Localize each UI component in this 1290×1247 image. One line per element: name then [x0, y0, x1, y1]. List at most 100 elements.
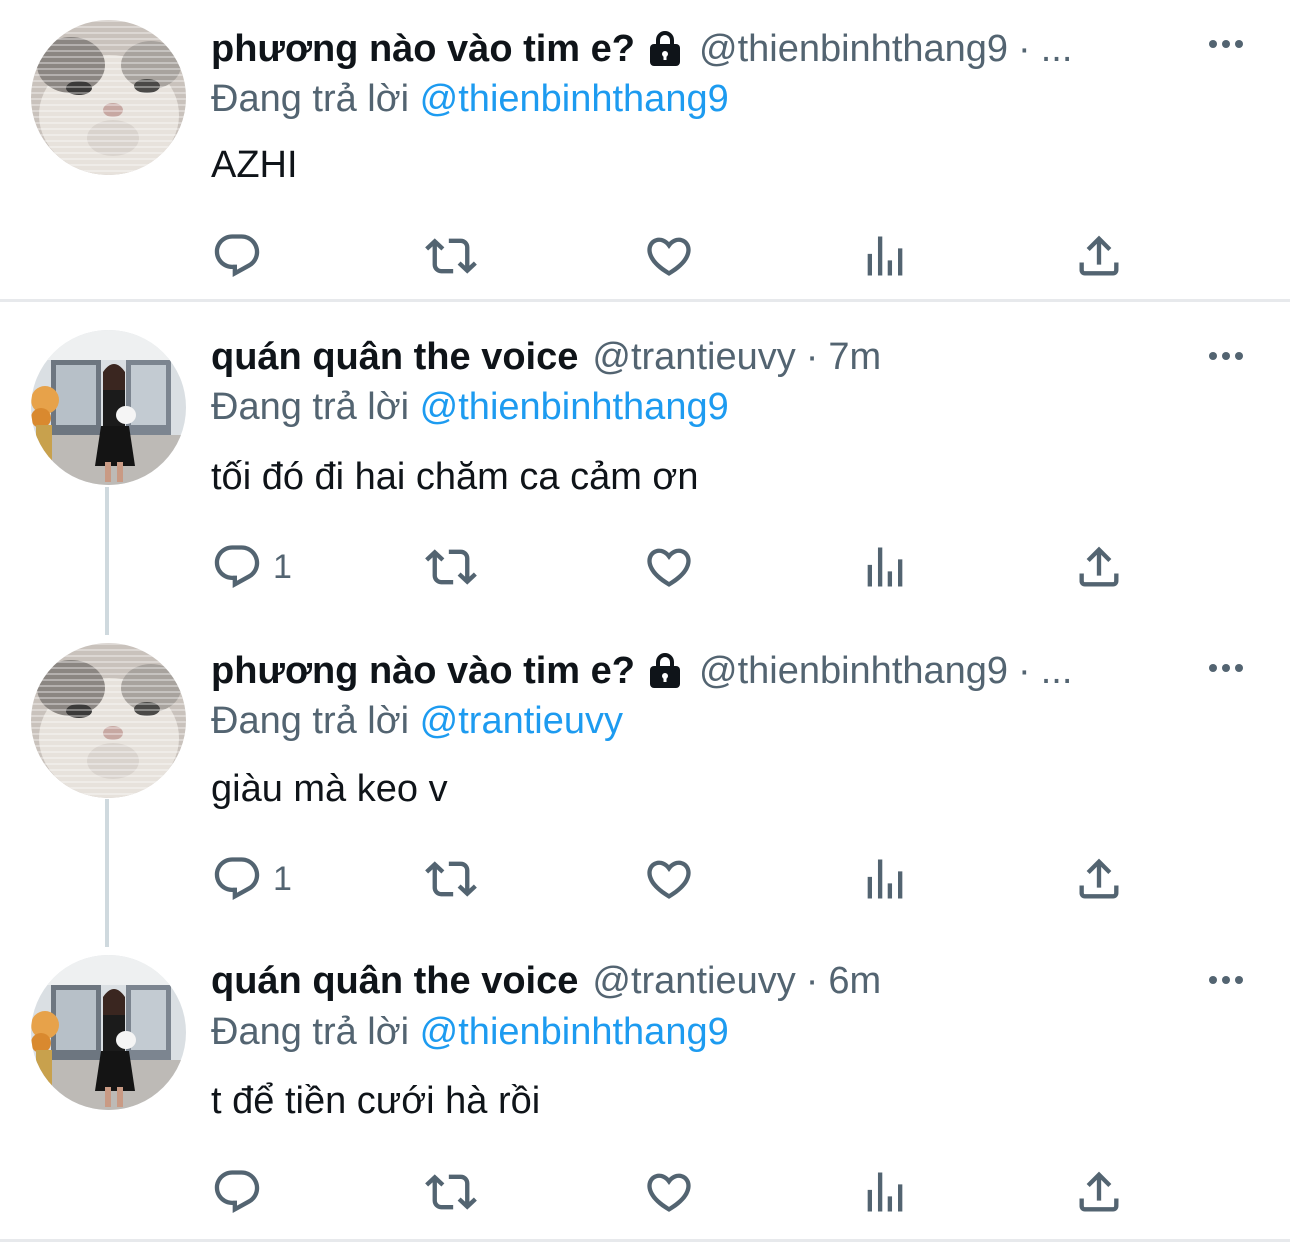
reply-icon: [211, 230, 263, 282]
tweet-header: quán quân the voice @trantieuvy · 7m: [211, 331, 881, 383]
handle[interactable]: @thienbinhthang9: [699, 23, 1008, 75]
heart-icon: [643, 1166, 695, 1218]
more-icon[interactable]: [1206, 653, 1246, 683]
reply-count: 1: [273, 859, 292, 898]
reply-button[interactable]: [211, 230, 273, 282]
share-icon: [1073, 541, 1125, 593]
avatar[interactable]: [31, 955, 186, 1110]
woman-avatar-image: [31, 955, 186, 1110]
reply-icon: [211, 853, 263, 905]
retweet-button[interactable]: [425, 541, 477, 593]
timestamp[interactable]: 7m: [828, 331, 881, 383]
share-icon: [1073, 230, 1125, 282]
replying-to: Đang trả lời @trantieuvy: [211, 695, 623, 747]
views-icon: [859, 541, 911, 593]
display-name[interactable]: quán quân the voice: [211, 955, 578, 1007]
share-icon: [1073, 853, 1125, 905]
display-name[interactable]: quán quân the voice: [211, 331, 578, 383]
reply-icon: [211, 1166, 263, 1218]
display-name[interactable]: phương nào vào tim e?: [211, 645, 635, 697]
tweet-header: phương nào vào tim e? @thienbinhthang9 ·…: [211, 23, 1072, 75]
views-icon: [859, 1166, 911, 1218]
woman-avatar-image: [31, 330, 186, 485]
thread-line: [105, 487, 109, 635]
cat-avatar-image: [31, 20, 186, 175]
tweet-text: t để tiền cưới hà rồi: [211, 1080, 541, 1122]
retweet-icon: [425, 853, 477, 905]
like-button[interactable]: [643, 230, 695, 282]
share-button[interactable]: [1073, 1166, 1125, 1218]
timestamp[interactable]: 6m: [828, 955, 881, 1007]
tweet-text: tối đó đi hai chăm ca cảm ơn: [211, 456, 699, 498]
retweet-icon: [425, 230, 477, 282]
views-button[interactable]: [859, 853, 911, 905]
like-button[interactable]: [643, 541, 695, 593]
handle[interactable]: @trantieuvy: [592, 331, 795, 383]
separator: ·: [1018, 28, 1031, 70]
tweet-actions: [211, 230, 1151, 282]
retweet-button[interactable]: [425, 853, 477, 905]
like-button[interactable]: [643, 853, 695, 905]
timestamp[interactable]: ...: [1041, 23, 1073, 75]
tweet-header: quán quân the voice @trantieuvy · 6m: [211, 955, 881, 1007]
views-button[interactable]: [859, 1166, 911, 1218]
reply-count: 1: [273, 547, 292, 586]
lock-icon: [645, 651, 685, 691]
reply-button[interactable]: [211, 1166, 273, 1218]
divider: [0, 299, 1290, 302]
share-button[interactable]: [1073, 541, 1125, 593]
views-button[interactable]: [859, 230, 911, 282]
avatar[interactable]: [31, 20, 186, 175]
share-icon: [1073, 1166, 1125, 1218]
thread-line: [105, 799, 109, 947]
replying-to-handle[interactable]: @thienbinhthang9: [420, 386, 729, 428]
retweet-icon: [425, 541, 477, 593]
tweet-text: giàu mà keo v: [211, 768, 448, 810]
more-icon[interactable]: [1206, 29, 1246, 59]
replying-to: Đang trả lời @thienbinhthang9: [211, 1006, 729, 1058]
views-icon: [859, 853, 911, 905]
share-button[interactable]: [1073, 853, 1125, 905]
divider: [0, 1239, 1290, 1242]
replying-to-label: Đang trả lời: [211, 700, 410, 742]
tweet-text: AZHI: [211, 144, 298, 186]
more-icon[interactable]: [1206, 341, 1246, 371]
avatar[interactable]: [31, 330, 186, 485]
heart-icon: [643, 541, 695, 593]
retweet-icon: [425, 1166, 477, 1218]
reply-button[interactable]: 1: [211, 853, 292, 905]
retweet-button[interactable]: [425, 1166, 477, 1218]
display-name[interactable]: phương nào vào tim e?: [211, 23, 635, 75]
views-icon: [859, 230, 911, 282]
replying-to-handle[interactable]: @thienbinhthang9: [420, 1011, 729, 1053]
lock-icon: [645, 29, 685, 69]
timestamp[interactable]: ...: [1041, 645, 1073, 697]
avatar[interactable]: [31, 643, 186, 798]
share-button[interactable]: [1073, 230, 1125, 282]
reply-icon: [211, 541, 263, 593]
reply-button[interactable]: 1: [211, 541, 292, 593]
separator: ·: [805, 960, 819, 1002]
views-button[interactable]: [859, 541, 911, 593]
tweet-actions: [211, 1166, 1151, 1218]
replying-to-label: Đang trả lời: [211, 1011, 410, 1053]
separator: ·: [1018, 650, 1031, 692]
handle[interactable]: @thienbinhthang9: [699, 645, 1008, 697]
retweet-button[interactable]: [425, 230, 477, 282]
replying-to-label: Đang trả lời: [211, 78, 410, 120]
tweet-actions: 1: [211, 853, 1151, 905]
replying-to-handle[interactable]: @trantieuvy: [420, 700, 623, 742]
replying-to-handle[interactable]: @thienbinhthang9: [420, 78, 729, 120]
more-icon[interactable]: [1206, 965, 1246, 995]
heart-icon: [643, 230, 695, 282]
handle[interactable]: @trantieuvy: [592, 955, 795, 1007]
replying-to-label: Đang trả lời: [211, 386, 410, 428]
tweet-actions: 1: [211, 541, 1151, 593]
replying-to: Đang trả lời @thienbinhthang9: [211, 73, 729, 125]
heart-icon: [643, 853, 695, 905]
replying-to: Đang trả lời @thienbinhthang9: [211, 381, 729, 433]
separator: ·: [805, 336, 819, 378]
tweet-header: phương nào vào tim e? @thienbinhthang9 ·…: [211, 645, 1072, 697]
cat-avatar-image: [31, 643, 186, 798]
like-button[interactable]: [643, 1166, 695, 1218]
